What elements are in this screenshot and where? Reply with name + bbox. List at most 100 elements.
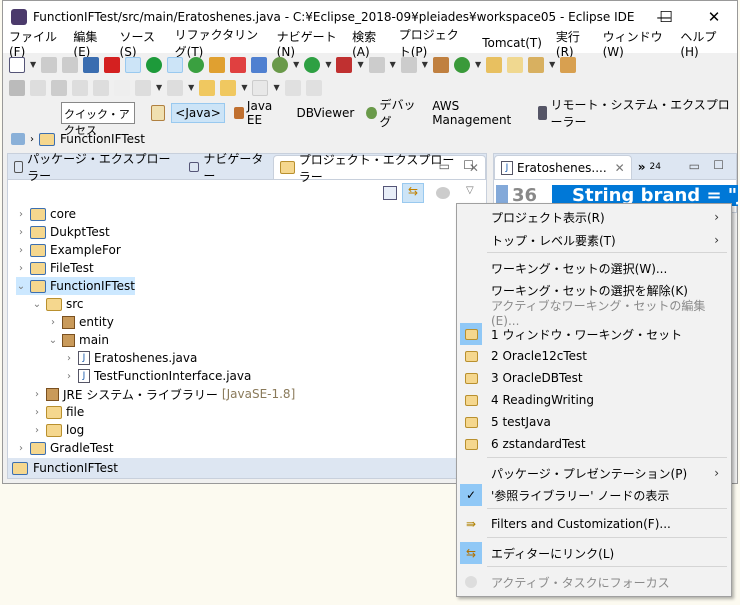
tree-item[interactable]: › JRE システム・ライブラリー [JavaSE-1.8] (32, 385, 295, 403)
expand-toggle-icon[interactable]: ⌄ (16, 281, 26, 292)
run-last-icon[interactable] (400, 56, 417, 73)
block-select-icon[interactable] (72, 79, 88, 96)
perspective-dbviewer[interactable]: DBViewer (293, 104, 357, 122)
debug-icon[interactable] (272, 56, 289, 73)
menu-item[interactable]: ⇆ エディターにリンク(L) (457, 542, 731, 564)
stop-icon[interactable] (368, 56, 385, 73)
menu-item[interactable]: アクティブなワーキング・セットの編集(E)... (457, 299, 731, 328)
menu-item[interactable]: アクティブ・タスクにフォーカス (457, 571, 731, 593)
tree-item[interactable]: › J Eratoshenes.java (64, 349, 197, 367)
expand-toggle-icon[interactable]: › (16, 209, 26, 220)
undo-icon[interactable] (284, 79, 301, 96)
expand-toggle-icon[interactable]: › (32, 389, 42, 400)
breadcrumb-home-icon[interactable] (11, 133, 25, 145)
console-icon[interactable] (83, 56, 100, 73)
menu-item[interactable]: 1 ウィンドウ・ワーキング・セット (457, 323, 731, 345)
expand-toggle-icon[interactable]: › (48, 317, 58, 328)
perspective-java[interactable]: <Java> (171, 103, 225, 123)
menu-item[interactable]: トップ・レベル要素(T) › (457, 229, 731, 251)
minimize-editor-icon[interactable]: ▭ (689, 159, 700, 173)
minimize-view-icon[interactable]: ▭ (439, 159, 450, 173)
pin-icon[interactable] (9, 79, 25, 96)
breadcrumb-item[interactable]: FunctionIFTest (60, 132, 145, 146)
open-resource-icon[interactable] (507, 56, 524, 73)
expand-toggle-icon[interactable]: › (16, 263, 26, 274)
tab-overflow[interactable]: » 24 (632, 155, 667, 179)
expand-toggle-icon[interactable]: › (16, 443, 26, 454)
menu-item[interactable]: 6 zstandardTest (457, 433, 731, 455)
menu-help[interactable]: ヘルプ(H) (680, 28, 723, 59)
new-class-icon[interactable] (453, 56, 470, 73)
open-perspective-icon[interactable] (151, 105, 166, 121)
expand-toggle-icon[interactable]: › (32, 425, 42, 436)
expand-toggle-icon[interactable]: ⌄ (32, 299, 42, 310)
tree-item[interactable]: › GradleTest (16, 439, 114, 457)
maximize-editor-icon[interactable]: ☐ (713, 158, 724, 172)
tree-item[interactable]: › FileTest (16, 259, 94, 277)
menu-item[interactable]: 5 testJava (457, 411, 731, 433)
prev-annotation-icon[interactable] (167, 79, 184, 96)
new-icon[interactable] (9, 56, 25, 73)
expand-toggle-icon[interactable]: › (16, 245, 26, 256)
menu-item[interactable]: パッケージ・プレゼンテーション(P) › (457, 462, 731, 484)
perspective-aws[interactable]: AWS Management (429, 97, 529, 129)
tree-item[interactable]: ⌄ FunctionIFTest (16, 277, 135, 295)
menu-item[interactable]: プロジェクト表示(R) › (457, 206, 731, 228)
save-icon[interactable] (41, 56, 58, 73)
forward-icon[interactable] (252, 79, 269, 96)
expand-toggle-icon[interactable]: › (32, 407, 42, 418)
tree-item[interactable]: › entity (48, 313, 114, 331)
next-annotation-icon[interactable] (135, 79, 151, 96)
view-menu-icon[interactable]: ▽ (466, 185, 474, 196)
tree-item[interactable]: ⌄ main (48, 331, 109, 349)
perspective-debug[interactable]: デバッグ (363, 94, 423, 132)
focus-task-icon[interactable] (436, 187, 450, 199)
maximize-view-icon[interactable]: ☐ (463, 158, 474, 172)
collapse-all-icon[interactable] (383, 186, 397, 200)
new-package-icon[interactable] (432, 56, 449, 73)
tree-item[interactable]: › J TestFunctionInterface.java (64, 367, 251, 385)
list-icon[interactable] (93, 79, 109, 96)
expand-toggle-icon[interactable]: › (64, 353, 74, 364)
tree-item[interactable]: › file (32, 403, 84, 421)
tree-item[interactable]: › ExampleFor (16, 241, 121, 259)
expand-toggle-icon[interactable]: › (16, 227, 26, 238)
expand-toggle-icon[interactable]: › (64, 371, 74, 382)
tree-item[interactable]: › log (32, 421, 84, 439)
save-all-icon[interactable] (62, 56, 79, 73)
refresh-icon[interactable] (188, 56, 205, 73)
pen-icon[interactable] (30, 79, 46, 96)
block-icon[interactable] (167, 56, 184, 73)
tab-navigator[interactable]: ナビゲーター (183, 152, 274, 183)
tree-item[interactable]: ⌄ src (32, 295, 84, 313)
menu-item[interactable]: 3 OracleDBTest (457, 367, 731, 389)
link-with-editor-icon[interactable]: ⇆ (402, 183, 424, 203)
run-icon[interactable] (304, 56, 321, 73)
tree-item[interactable]: › core (16, 205, 76, 223)
back-icon[interactable] (220, 79, 237, 96)
perspective-remote[interactable]: リモート・システム・エクスプローラー (535, 94, 737, 132)
tomcat-restart-icon[interactable] (251, 56, 268, 73)
close-tab-icon[interactable]: ✕ (615, 161, 625, 175)
open-type-icon[interactable] (486, 56, 503, 73)
last-edit-icon[interactable] (199, 79, 216, 96)
expand-toggle-icon[interactable]: ⌄ (48, 335, 58, 346)
gift-icon[interactable] (104, 56, 121, 73)
toggle-icon[interactable] (125, 56, 142, 73)
tab-project-explorer[interactable]: プロジェクト・エクスプローラー ✕ (273, 153, 486, 184)
quick-access-input[interactable]: クイック・アクセス (61, 102, 136, 137)
menu-item[interactable]: 4 ReadingWriting (457, 389, 731, 411)
pilcrow-icon[interactable] (114, 79, 130, 96)
menu-item[interactable]: ⇛ Filters and Customization(F)... (457, 513, 731, 535)
open-task-icon[interactable] (560, 56, 577, 73)
menu-window[interactable]: ウィンドウ(W) (603, 28, 667, 59)
tab-eratoshenes[interactable]: J Eratoshenes.... ✕ (494, 155, 632, 179)
external-tools-icon[interactable] (336, 56, 353, 73)
search-icon[interactable] (528, 56, 545, 73)
menu-item[interactable]: ワーキング・セットの選択(W)... (457, 257, 731, 279)
menu-tomcat[interactable]: Tomcat(T) (482, 36, 542, 50)
redo-icon[interactable] (305, 79, 322, 96)
occurrences-icon[interactable] (51, 79, 67, 96)
tree-item[interactable]: › DukptTest (16, 223, 110, 241)
tomcat-stop-icon[interactable] (230, 56, 247, 73)
